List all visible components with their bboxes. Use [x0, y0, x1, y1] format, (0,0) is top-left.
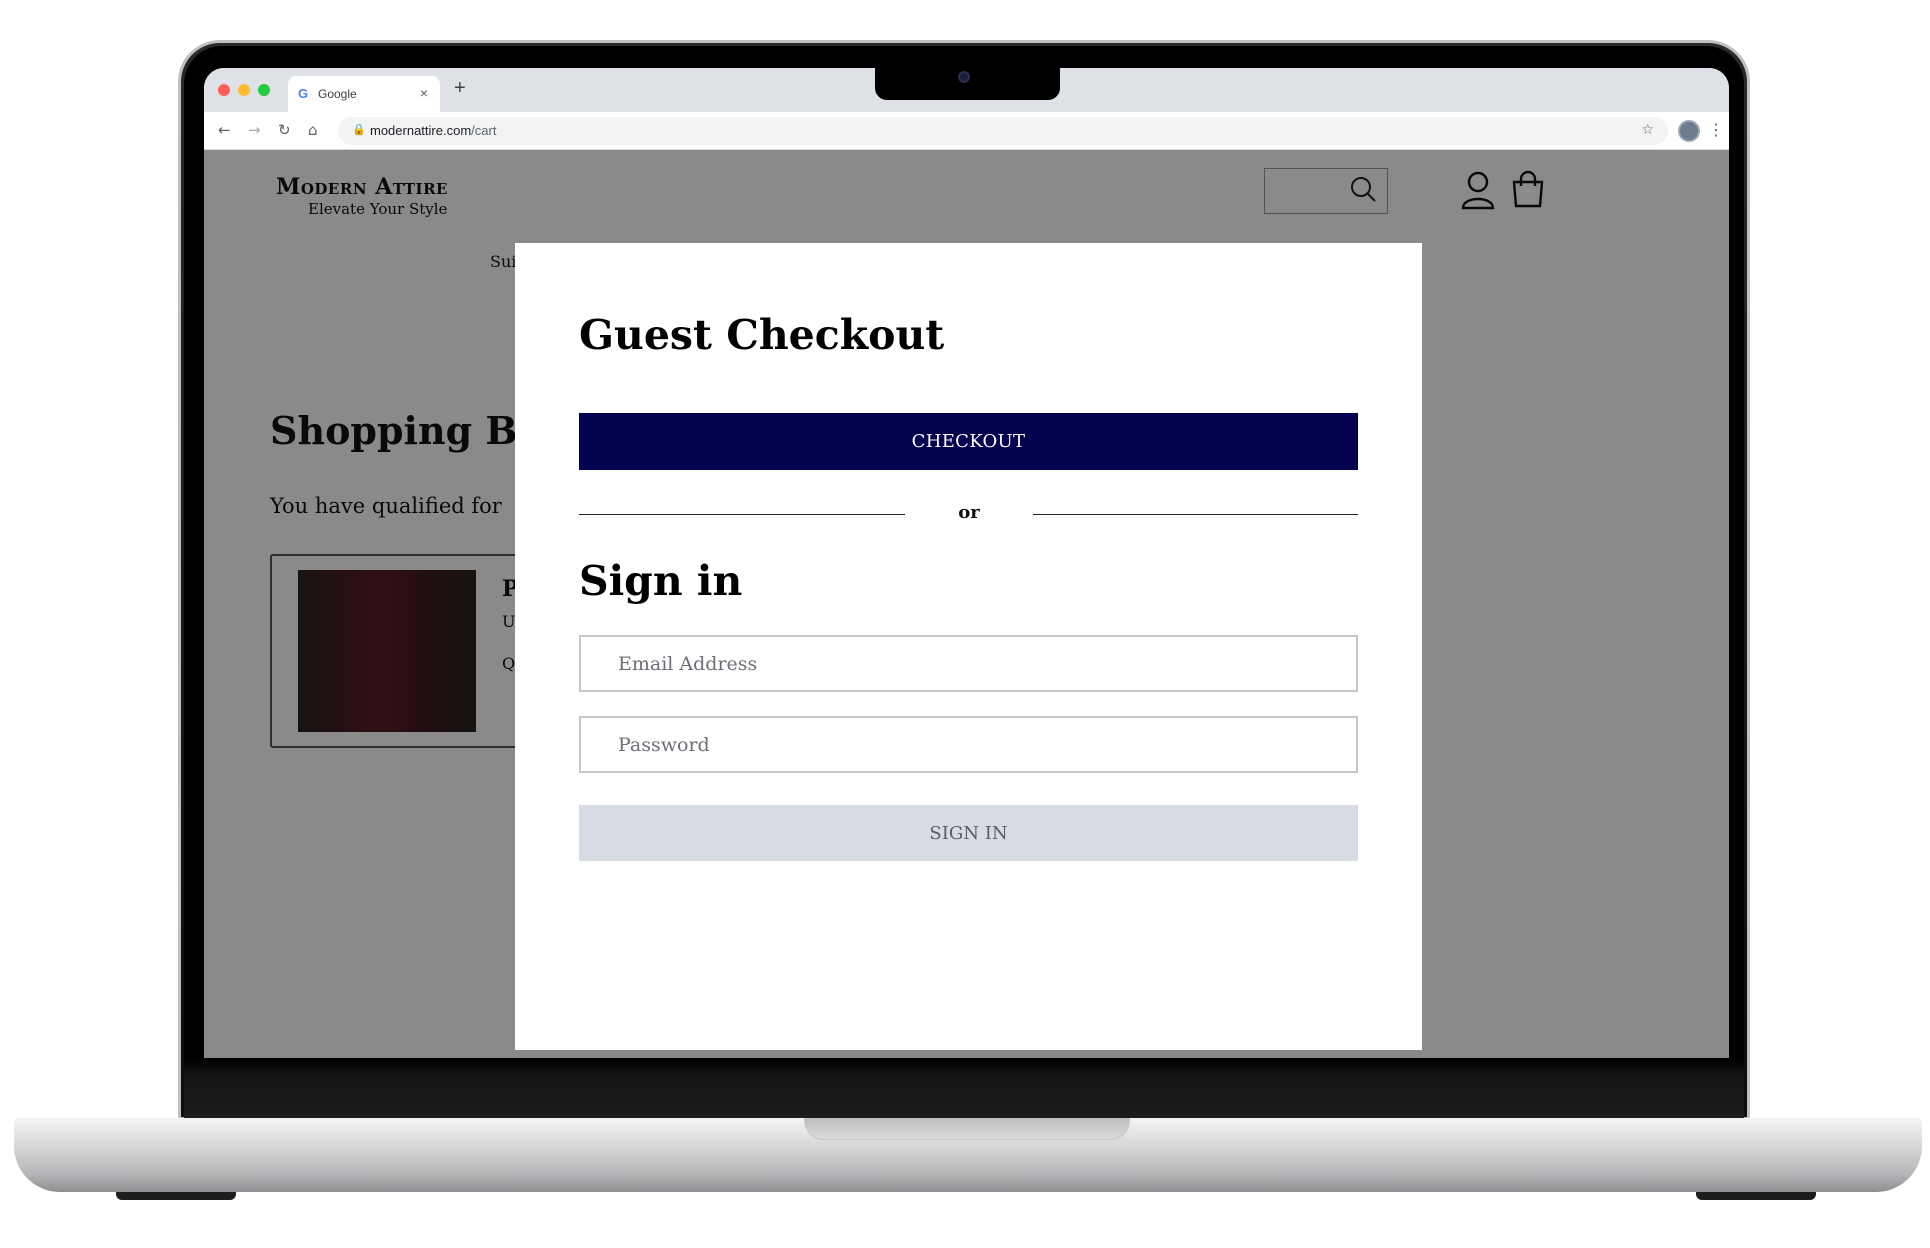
website-page: Modern Attire Elevate Your Style Sui ale… — [204, 150, 1729, 1058]
password-field[interactable] — [579, 716, 1358, 773]
window-maximize-icon[interactable] — [258, 84, 270, 96]
laptop-foot-left — [116, 1192, 236, 1200]
browser-menu-icon[interactable]: ⋮ — [1708, 120, 1724, 139]
forward-arrow-icon[interactable]: → — [248, 121, 261, 139]
camera-icon — [958, 71, 970, 83]
browser-tab[interactable]: G Google × — [288, 76, 440, 112]
reload-icon[interactable]: ↻ — [278, 121, 291, 139]
laptop-chin — [184, 1058, 1744, 1118]
divider-line-left — [579, 514, 905, 515]
address-bar[interactable]: 🔒 modernattire.com/cart ☆ — [338, 117, 1668, 145]
window-close-icon[interactable] — [218, 84, 230, 96]
email-field[interactable] — [579, 635, 1358, 692]
tab-title: Google — [318, 87, 357, 101]
window-minimize-icon[interactable] — [238, 84, 250, 96]
bookmark-star-icon[interactable]: ☆ — [1641, 122, 1654, 138]
laptop-foot-right — [1696, 1192, 1816, 1200]
google-favicon-icon: G — [298, 86, 309, 101]
sign-in-button[interactable]: SIGN IN — [579, 805, 1358, 861]
guest-checkout-title: Guest Checkout — [579, 311, 945, 359]
divider-line-right — [1033, 514, 1358, 515]
back-arrow-icon[interactable]: ← — [218, 121, 231, 139]
new-tab-icon[interactable]: + — [454, 77, 466, 100]
url-path: /cart — [471, 123, 497, 138]
divider-or-text: or — [958, 502, 980, 523]
url-text: modernattire.com/cart — [370, 123, 496, 138]
sign-in-title: Sign in — [579, 557, 743, 605]
browser-toolbar: ← → ↻ ⌂ 🔒 modernattire.com/cart ☆ ⋮ — [204, 112, 1729, 150]
tab-close-icon[interactable]: × — [420, 85, 428, 101]
url-host: modernattire.com — [370, 123, 472, 138]
laptop-base-notch — [804, 1118, 1130, 1140]
laptop-screen: G Google × + ← → ↻ ⌂ 🔒 modernattire.com/… — [204, 68, 1729, 1058]
checkout-button[interactable]: CHECKOUT — [579, 413, 1358, 470]
home-icon[interactable]: ⌂ — [308, 121, 318, 139]
checkout-modal: Guest Checkout CHECKOUT or Sign in SIGN … — [515, 243, 1422, 1050]
profile-avatar[interactable] — [1678, 120, 1700, 142]
lock-icon: 🔒 — [352, 124, 366, 136]
